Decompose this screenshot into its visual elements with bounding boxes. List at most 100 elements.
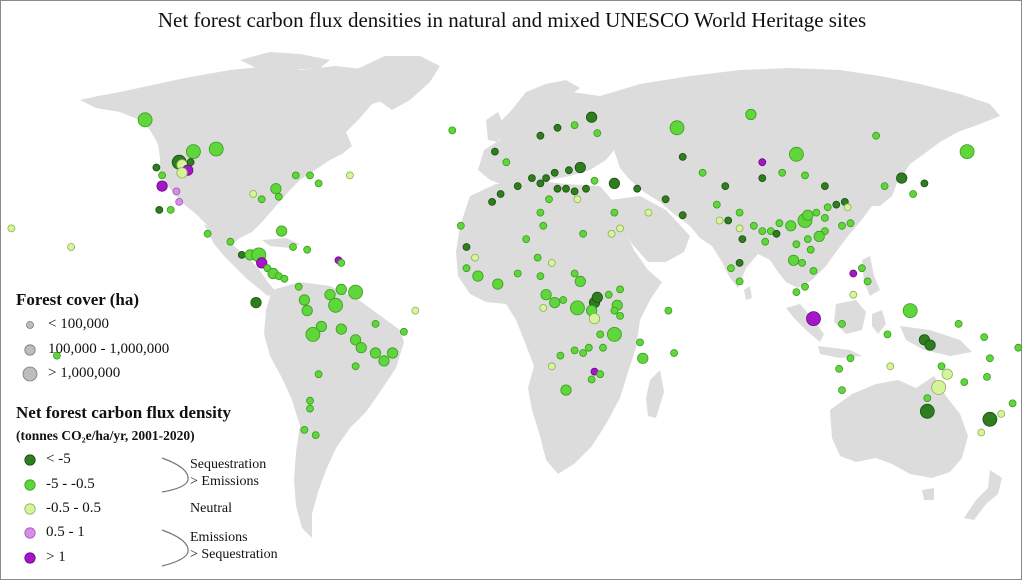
heritage-site-marker	[274, 192, 283, 201]
heritage-site-marker	[306, 404, 314, 413]
heritage-site-marker	[550, 168, 559, 177]
heritage-site-marker	[821, 182, 829, 191]
heritage-site-marker	[849, 269, 858, 278]
heritage-site-marker	[67, 243, 75, 251]
heritage-site-marker	[257, 195, 266, 204]
heritage-site-marker	[909, 190, 917, 198]
legend-flux-units: (tonnes CO₂e/ha/yr, 2001-2020)	[16, 428, 195, 443]
heritage-site-marker	[556, 351, 565, 360]
heritage-site-marker	[801, 282, 809, 291]
heritage-site-marker	[886, 362, 895, 371]
heritage-site-marker	[787, 254, 800, 266]
land-sri-lanka	[744, 286, 752, 300]
heritage-site-marker	[607, 229, 616, 238]
heritage-site-marker	[924, 339, 936, 351]
heritage-site-marker	[547, 362, 556, 371]
heritage-site-marker	[462, 243, 471, 251]
land-java	[818, 346, 862, 358]
heritage-site-marker	[588, 312, 601, 325]
heritage-site-marker	[289, 243, 297, 251]
heritage-site-marker	[378, 355, 390, 367]
land-tasmania	[922, 488, 934, 500]
heritage-site-marker	[959, 144, 975, 160]
heritage-site-marker	[226, 237, 235, 246]
land-australia	[830, 376, 968, 478]
heritage-site-marker	[896, 172, 908, 184]
heritage-site-marker	[369, 347, 382, 359]
heritage-site-marker	[604, 290, 613, 299]
heritage-site-marker	[721, 182, 730, 191]
heritage-site-marker	[250, 296, 262, 309]
heritage-site-marker	[513, 182, 522, 191]
heritage-site-marker	[735, 277, 744, 286]
legend-flux-label-5: > 1	[46, 549, 66, 565]
heritage-site-marker	[579, 229, 587, 238]
legend-flux-swatch-3	[24, 503, 36, 515]
heritage-site-marker	[456, 221, 465, 230]
legend-size-symbols	[22, 321, 38, 382]
heritage-site-marker	[644, 208, 653, 217]
heritage-site-marker	[607, 326, 622, 342]
heritage-site-marker	[294, 282, 303, 291]
heritage-site-marker	[758, 227, 767, 236]
heritage-site-marker	[661, 195, 670, 204]
heritage-site-marker	[986, 354, 994, 363]
heritage-site-marker	[880, 182, 889, 191]
heritage-site-marker	[849, 290, 858, 299]
heritage-site-marker	[542, 174, 550, 183]
heritage-site-marker	[540, 289, 552, 301]
legend-flux-swatch-4	[24, 527, 36, 539]
heritage-site-marker	[977, 428, 986, 437]
heritage-site-marker	[560, 384, 572, 396]
heritage-site-marker	[570, 269, 579, 278]
heritage-site-marker	[471, 253, 479, 262]
heritage-site-marker	[745, 108, 757, 121]
heritage-site-marker	[536, 131, 545, 140]
heritage-site-marker	[960, 378, 969, 387]
heritage-site-marker	[813, 230, 825, 242]
heritage-site-marker	[528, 174, 536, 183]
heritage-site-marker	[838, 319, 846, 328]
heritage-site-marker	[462, 264, 471, 273]
land-arctic-islands	[240, 52, 330, 70]
heritage-site-marker	[411, 306, 420, 315]
heritage-site-marker	[562, 184, 570, 193]
heritage-site-marker	[902, 303, 918, 319]
heritage-site-marker	[616, 285, 624, 294]
legend-flux-swatch-5	[24, 552, 36, 564]
heritage-site-marker	[584, 343, 593, 352]
legend-flux-label-2: -5 - -0.5	[46, 476, 95, 492]
heritage-site-marker	[749, 221, 758, 230]
legend-size-medium	[24, 344, 36, 356]
heritage-site-marker	[664, 306, 673, 315]
heritage-site-marker	[156, 180, 168, 192]
heritage-site-marker	[803, 235, 812, 244]
heritage-site-marker	[335, 323, 347, 335]
heritage-site-marker	[838, 386, 846, 395]
heritage-site-marker	[305, 326, 321, 342]
heritage-site-marker	[920, 179, 929, 188]
heritage-site-marker	[203, 229, 212, 238]
legend-group-neutral: Neutral	[190, 501, 232, 516]
heritage-site-marker	[596, 330, 605, 339]
heritage-site-marker	[843, 203, 852, 212]
legend-group-emi-line1: Emissions	[190, 530, 248, 545]
heritage-site-marker	[585, 111, 598, 123]
heritage-site-marker	[155, 205, 164, 214]
legend-flux-label-1: < -5	[46, 451, 71, 467]
heritage-site-marker	[303, 245, 312, 254]
heritage-site-marker	[715, 216, 724, 225]
heritage-site-marker	[158, 171, 167, 180]
heritage-site-marker	[758, 158, 767, 167]
heritage-site-marker	[872, 131, 880, 140]
heritage-site-marker	[735, 208, 744, 217]
heritage-site-marker	[591, 291, 603, 303]
heritage-site-marker	[386, 347, 399, 359]
heritage-site-marker	[186, 158, 195, 167]
heritage-site-marker	[208, 141, 224, 157]
heritage-site-marker	[355, 342, 367, 354]
heritage-site-marker	[488, 197, 497, 206]
heritage-site-marker	[941, 368, 953, 380]
heritage-site-marker	[785, 220, 797, 232]
heritage-site-marker	[280, 274, 289, 283]
